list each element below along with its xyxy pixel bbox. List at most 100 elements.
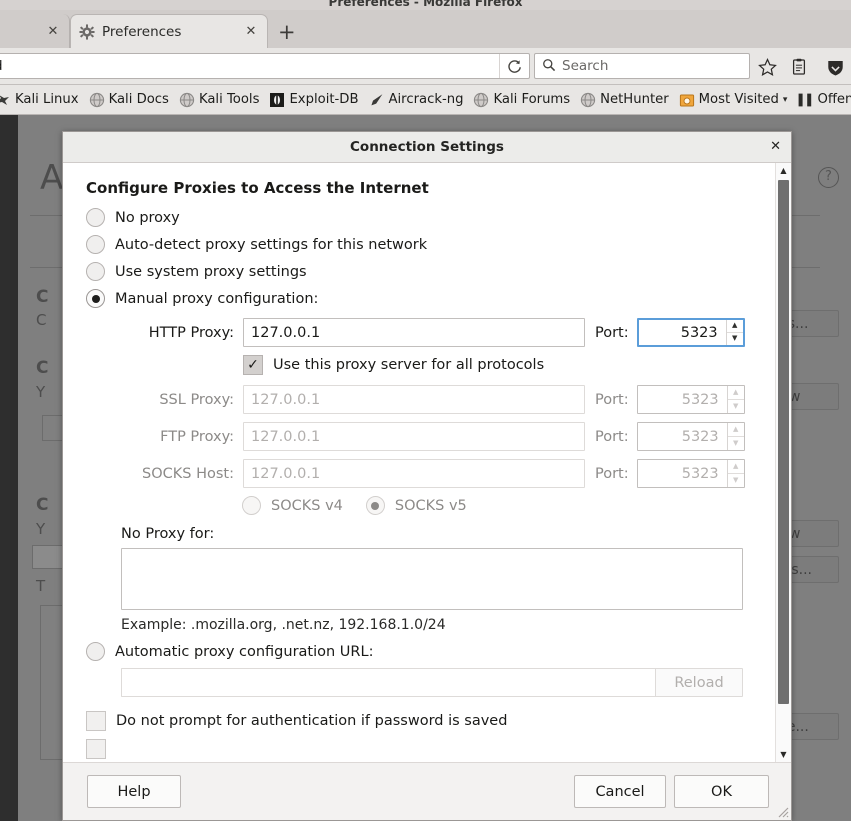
dialog-scrollbar[interactable]: ▲ ▼ <box>775 163 791 762</box>
radio-auto-detect[interactable]: Auto-detect proxy settings for this netw… <box>86 235 775 254</box>
page-fragment: C <box>36 311 47 329</box>
radio-system-proxy[interactable]: Use system proxy settings <box>86 262 775 281</box>
cancel-button[interactable]: Cancel <box>574 775 666 808</box>
ssl-proxy-input[interactable]: 127.0.0.1 <box>243 385 585 414</box>
close-icon[interactable]: ✕ <box>243 25 259 38</box>
radio-label: No proxy <box>115 209 180 226</box>
close-icon[interactable]: ✕ <box>45 25 61 38</box>
url-bar[interactable]: eferences#advanced <box>0 53 530 79</box>
socks-port-stepper[interactable]: 5323 ▲ ▼ <box>636 459 745 488</box>
bookmark-kali-docs[interactable]: Kali Docs <box>84 89 174 111</box>
http-proxy-row: HTTP Proxy: 127.0.0.1 Port: 5323 ▲ ▼ <box>86 318 775 347</box>
radio-automatic-pac[interactable]: Automatic proxy configuration URL: <box>86 642 775 661</box>
ftp-proxy-input[interactable]: 127.0.0.1 <box>243 422 585 451</box>
stepper-down-icon[interactable]: ▼ <box>728 400 744 414</box>
checkbox-icon[interactable]: ✓ <box>243 355 263 375</box>
page-fragment: Y <box>36 520 46 538</box>
radio-label: Manual proxy configuration: <box>115 290 319 307</box>
radio-no-proxy[interactable]: No proxy <box>86 208 775 227</box>
radio-icon[interactable] <box>86 262 105 281</box>
bookmark-kali-tools[interactable]: Kali Tools <box>174 89 265 111</box>
tab-preferences[interactable]: Preferences ✕ <box>70 14 268 48</box>
pac-url-input[interactable] <box>121 668 655 697</box>
no-proxy-label: No Proxy for: <box>121 526 215 542</box>
checkbox-icon[interactable] <box>86 739 106 759</box>
socks-host-input[interactable]: 127.0.0.1 <box>243 459 585 488</box>
use-for-all-protocols-checkbox-row[interactable]: ✓ Use this proxy server for all protocol… <box>243 355 775 375</box>
page-heading-fragment: A <box>40 158 64 198</box>
radio-icon[interactable] <box>86 289 105 308</box>
help-button[interactable]: Help <box>87 775 181 808</box>
search-input[interactable]: Search <box>534 53 750 79</box>
section-heading: Configure Proxies to Access the Internet <box>86 179 429 197</box>
tab-partial[interactable]: ✕ <box>0 14 70 48</box>
socks-port-value[interactable]: 5323 <box>638 460 727 487</box>
chevron-down-icon[interactable]: ▾ <box>783 95 788 105</box>
bookmark-offensive-security[interactable]: Offensive Se <box>792 89 851 111</box>
stepper-buttons[interactable]: ▲ ▼ <box>726 460 744 488</box>
globe-icon <box>89 92 105 108</box>
stepper-up-icon[interactable]: ▲ <box>727 386 744 400</box>
exploitdb-icon <box>269 92 285 108</box>
bookmark-label: Kali Linux <box>15 92 79 107</box>
ok-button[interactable]: OK <box>674 775 769 808</box>
stepper-down-icon[interactable]: ▼ <box>728 437 744 451</box>
library-icon[interactable] <box>789 57 809 77</box>
scroll-up-icon[interactable]: ▲ <box>776 163 791 178</box>
stepper-buttons[interactable]: ▲ ▼ <box>726 386 744 414</box>
http-proxy-label: HTTP Proxy: <box>148 324 234 341</box>
dragon-icon <box>0 92 11 108</box>
question-circle-icon[interactable]: ? <box>818 167 839 188</box>
radio-icon[interactable] <box>242 496 261 515</box>
shield-icon[interactable] <box>825 57 845 77</box>
bookmark-kali-linux[interactable]: Kali Linux <box>0 89 84 111</box>
checkbox-icon[interactable] <box>86 711 106 731</box>
ftp-port-stepper[interactable]: 5323 ▲ ▼ <box>636 422 745 451</box>
stepper-buttons[interactable]: ▲ ▼ <box>725 320 743 346</box>
scrollbar-thumb[interactable] <box>778 180 789 704</box>
stepper-up-icon[interactable]: ▲ <box>726 320 743 333</box>
bookmark-label: Exploit-DB <box>289 92 359 107</box>
url-text[interactable]: eferences#advanced <box>0 58 499 74</box>
resize-grip-icon[interactable] <box>775 804 789 818</box>
dialog-body: Configure Proxies to Access the Internet… <box>63 163 791 762</box>
pac-reload-button[interactable]: Reload <box>655 668 743 697</box>
stepper-up-icon[interactable]: ▲ <box>727 460 744 474</box>
radio-icon[interactable] <box>86 235 105 254</box>
page-fragment: Y <box>36 383 46 401</box>
close-icon[interactable]: ✕ <box>770 140 781 154</box>
bookmark-nethunter[interactable]: NetHunter <box>575 89 674 111</box>
stepper-up-icon[interactable]: ▲ <box>727 423 744 437</box>
bookmark-exploit-db[interactable]: Exploit-DB <box>264 89 363 111</box>
extra-checkbox-row[interactable] <box>86 739 775 759</box>
ssl-port-stepper[interactable]: 5323 ▲ ▼ <box>636 385 745 414</box>
star-icon[interactable] <box>757 57 777 77</box>
stepper-down-icon[interactable]: ▼ <box>727 333 743 346</box>
http-port-value[interactable]: 5323 <box>639 320 726 345</box>
page-fragment: C <box>36 287 49 307</box>
stepper-buttons[interactable]: ▲ ▼ <box>726 423 744 451</box>
radio-icon[interactable] <box>86 208 105 227</box>
page-fragment: C <box>36 358 49 378</box>
radio-label: Use system proxy settings <box>115 263 307 280</box>
no-proxy-textarea[interactable] <box>121 548 743 610</box>
bookmark-label: NetHunter <box>600 92 669 107</box>
bookmark-most-visited[interactable]: Most Visited ▾ <box>674 89 793 111</box>
radio-icon[interactable] <box>86 642 105 661</box>
bookmark-aircrack-ng[interactable]: Aircrack-ng <box>364 89 469 111</box>
no-prompt-checkbox-row[interactable]: Do not prompt for authentication if pass… <box>86 711 775 731</box>
bookmark-kali-forums[interactable]: Kali Forums <box>468 89 575 111</box>
radio-icon[interactable] <box>365 496 385 515</box>
ftp-port-value[interactable]: 5323 <box>638 423 727 450</box>
http-proxy-input[interactable]: 127.0.0.1 <box>243 318 585 347</box>
http-port-label: Port: <box>595 324 629 341</box>
tab-title: Preferences <box>102 23 182 40</box>
http-port-stepper[interactable]: 5323 ▲ ▼ <box>636 318 745 347</box>
new-tab-button[interactable]: + <box>278 22 296 43</box>
stepper-down-icon[interactable]: ▼ <box>728 474 744 488</box>
scroll-down-icon[interactable]: ▼ <box>776 747 791 762</box>
ftp-port-label: Port: <box>595 428 629 445</box>
radio-manual-proxy[interactable]: Manual proxy configuration: <box>86 289 775 308</box>
reload-icon[interactable] <box>499 54 529 78</box>
ssl-port-value[interactable]: 5323 <box>638 386 727 413</box>
